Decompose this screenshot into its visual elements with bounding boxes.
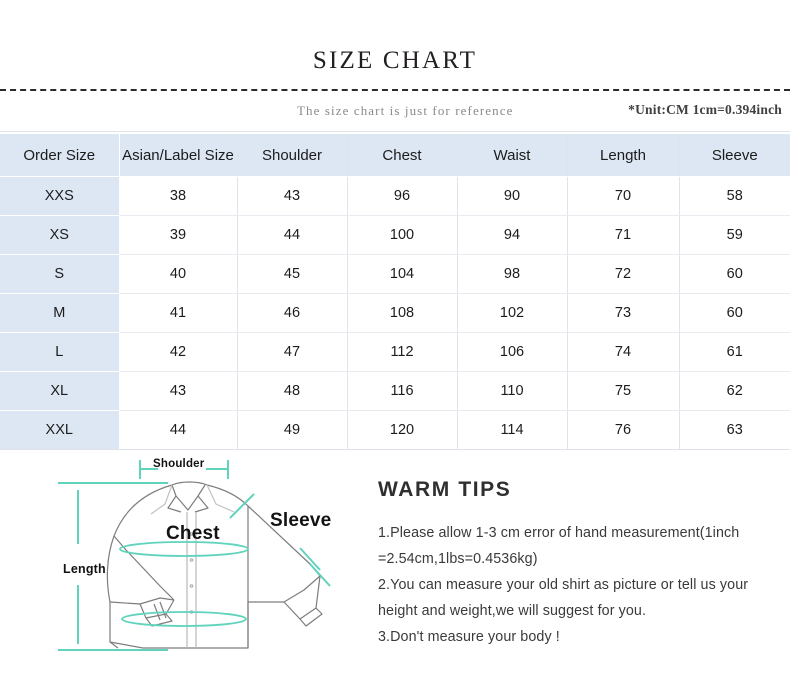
cell-asian-label-size: 41 [119,293,238,333]
column-header-asian-label-size: Asian/Label Size [119,134,238,177]
cell-waist: 98 [457,254,568,294]
table-row: S 40 45 104 98 72 60 [0,254,790,294]
table-header: Order Size Asian/Label Size Shoulder Che… [0,134,790,177]
column-header-shoulder: Shoulder [237,134,348,177]
diagram-label-chest: Chest [166,523,220,544]
page-header: SIZE CHART The size chart is just for re… [0,0,790,131]
cell-chest: 108 [347,293,458,333]
column-header-order-size: Order Size [0,134,120,177]
cell-shoulder: 49 [237,410,348,450]
warm-tip-line: =2.54cm,1lbs=0.4536kg) [378,551,538,567]
cell-order-size: XXS [0,176,120,216]
cell-sleeve: 63 [679,410,790,450]
cell-shoulder: 47 [237,332,348,372]
cell-sleeve: 58 [679,176,790,216]
warm-tip-line: 3.Don't measure your body ! [378,629,560,645]
cell-order-size: S [0,254,120,294]
table-row: XXL 44 49 120 114 76 63 [0,410,790,450]
table-row: XS 39 44 100 94 71 59 [0,215,790,255]
unit-note: *Unit:CM 1cm=0.394inch [628,102,782,117]
column-header-chest: Chest [347,134,458,177]
column-header-sleeve: Sleeve [679,134,790,177]
warm-tip-line: height and weight,we will suggest for yo… [378,603,647,619]
cell-asian-label-size: 38 [119,176,238,216]
diagram-label-length: Length [63,562,106,576]
warm-tip-line: 2.You can measure your old shirt as pict… [378,577,749,593]
size-chart-table: Order Size Asian/Label Size Shoulder Che… [0,134,790,450]
cell-shoulder: 46 [237,293,348,333]
table-header-row: Order Size Asian/Label Size Shoulder Che… [0,134,790,177]
table-row: XL 43 48 116 110 75 62 [0,371,790,411]
page-title: SIZE CHART [312,47,478,74]
cell-chest: 112 [347,332,458,372]
warm-tip-line: 1.Please allow 1-3 cm error of hand meas… [378,525,740,541]
cell-order-size: M [0,293,120,333]
column-header-length: Length [567,134,680,177]
cell-asian-label-size: 40 [119,254,238,294]
cell-shoulder: 44 [237,215,348,255]
cell-chest: 116 [347,371,458,411]
cell-chest: 96 [347,176,458,216]
cell-asian-label-size: 42 [119,332,238,372]
subheader-row: The size chart is just for reference *Un… [0,91,790,131]
table-row: M 41 46 108 102 73 60 [0,293,790,333]
cell-asian-label-size: 39 [119,215,238,255]
cell-length: 71 [567,215,680,255]
diagram-label-sleeve: Sleeve [270,510,332,531]
cell-waist: 110 [457,371,568,411]
cell-order-size: XXL [0,410,120,450]
chart-subtitle: The size chart is just for reference [297,103,514,118]
lower-section: Shoulder Chest Sleeve Length WARM TIPS 1… [0,450,790,665]
warm-tips-title: WARM TIPS [378,478,512,501]
cell-sleeve: 60 [679,293,790,333]
table-body: XXS 38 43 96 90 70 58 XS 39 44 100 94 71… [0,176,790,450]
cell-shoulder: 45 [237,254,348,294]
cell-sleeve: 62 [679,371,790,411]
cell-sleeve: 59 [679,215,790,255]
table-top-rule [0,131,790,132]
cell-length: 72 [567,254,680,294]
column-header-waist: Waist [457,134,568,177]
cell-length: 70 [567,176,680,216]
cell-waist: 94 [457,215,568,255]
cell-length: 76 [567,410,680,450]
cell-sleeve: 60 [679,254,790,294]
cell-length: 75 [567,371,680,411]
cell-waist: 102 [457,293,568,333]
table-row: L 42 47 112 106 74 61 [0,332,790,372]
cell-order-size: L [0,332,120,372]
cell-chest: 100 [347,215,458,255]
cell-waist: 106 [457,332,568,372]
cell-waist: 90 [457,176,568,216]
cell-length: 74 [567,332,680,372]
shirt-measurement-diagram: Shoulder Chest Sleeve Length [48,452,378,662]
cell-length: 73 [567,293,680,333]
cell-shoulder: 43 [237,176,348,216]
cell-asian-label-size: 44 [119,410,238,450]
cell-chest: 104 [347,254,458,294]
cell-waist: 114 [457,410,568,450]
shirt-icon [58,460,331,651]
diagram-label-shoulder: Shoulder [153,458,205,470]
warm-tips-section: WARM TIPS 1.Please allow 1-3 cm error of… [378,478,784,650]
cell-order-size: XS [0,215,120,255]
cell-order-size: XL [0,371,120,411]
measurement-marks [58,460,331,651]
cell-shoulder: 48 [237,371,348,411]
cell-asian-label-size: 43 [119,371,238,411]
table-row: XXS 38 43 96 90 70 58 [0,176,790,216]
cell-chest: 120 [347,410,458,450]
cell-sleeve: 61 [679,332,790,372]
